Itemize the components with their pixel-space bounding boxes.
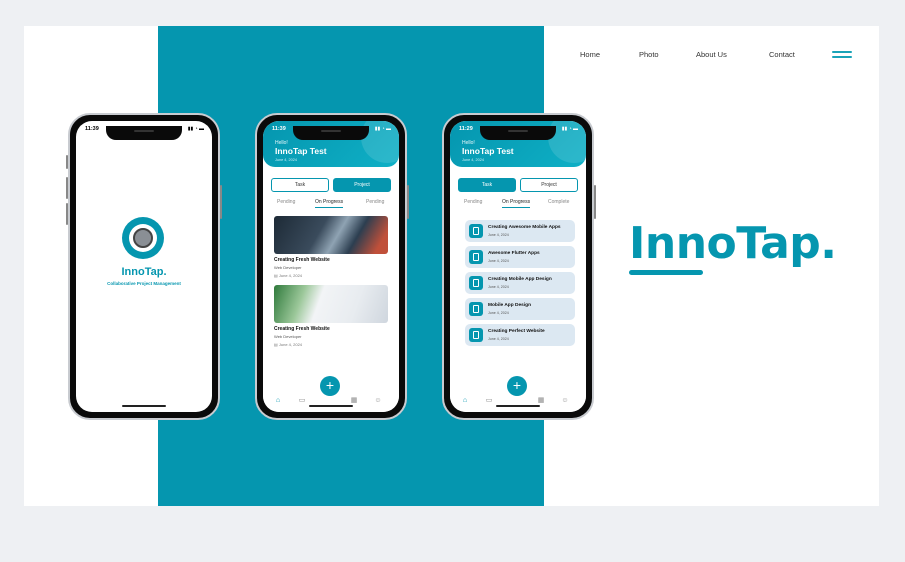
task-title: Creating Perfect Website [488, 329, 545, 334]
project-card[interactable]: Creating Fresh Website Web Developer ▤ J… [274, 285, 388, 347]
task-title: Mobile App Design [488, 303, 531, 308]
status-time: 11:39 [272, 126, 286, 132]
brand-block: InnoTap. [629, 222, 849, 275]
project-thumbnail [274, 285, 388, 323]
status-icons: ▮▮ ◔ ▬ [561, 126, 578, 132]
document-icon [469, 276, 483, 290]
status-subtabs: Pending On Progress Pending [263, 199, 399, 211]
phone-projects: Hello! InnoTap Test June 4, 2024 11:39 ▮… [255, 113, 409, 420]
app-header-date: June 4, 2024 [275, 158, 297, 162]
side-button [220, 185, 222, 219]
add-fab-button[interactable]: + [507, 376, 527, 396]
nav-contact-link[interactable]: Contact [769, 50, 795, 59]
document-icon [469, 224, 483, 238]
project-tab-button[interactable]: Project [333, 178, 391, 192]
side-button [66, 203, 68, 225]
task-tab-button[interactable]: Task [271, 178, 329, 192]
subtab-on-progress[interactable]: On Progress [502, 199, 531, 208]
task-title: Awesome Flutter Apps [488, 251, 540, 256]
project-date: ▤ June 4, 2024 [274, 342, 303, 347]
task-item[interactable]: Mobile App Design June 4, 2024 [465, 298, 575, 320]
project-thumbnail [274, 216, 388, 254]
task-title: Creating Mobile App Design [488, 277, 552, 282]
status-bar: 11:39 ▮▮ ◔ ▬ [84, 125, 204, 135]
nav-photo-link[interactable]: Photo [639, 50, 659, 59]
laptop-icon[interactable]: ▭ [297, 396, 307, 406]
subtab-pending[interactable]: Pending [464, 199, 482, 205]
home-indicator [122, 405, 166, 407]
status-bar: 11:29 ▮▮ ◔ ▬ [458, 125, 578, 135]
task-date: June 4, 2024 [488, 233, 509, 237]
status-icons: ▮▮ ◔ ▬ [374, 126, 391, 132]
task-title: Creating Awesome Mobile Apps [488, 225, 561, 230]
task-item[interactable]: Creating Perfect Website June 4, 2024 [465, 324, 575, 346]
bottom-nav: + ⌂ ▭ ▦ ☺ [450, 376, 586, 412]
profile-icon[interactable]: ☺ [373, 396, 383, 406]
project-date: ▤ June 4, 2024 [274, 273, 303, 278]
project-role: Web Developer [274, 265, 302, 270]
task-date: June 4, 2024 [488, 259, 509, 263]
status-icons: ▮▮ ◔ ▬ [187, 126, 204, 132]
status-time: 11:29 [459, 126, 473, 132]
side-button [66, 155, 68, 169]
phone-tasks: Hello! InnoTap Test June 4, 2024 11:29 ▮… [442, 113, 596, 420]
side-button [594, 185, 596, 219]
hamburger-menu-icon[interactable] [832, 51, 852, 59]
project-role: Web Developer [274, 334, 302, 339]
laptop-icon[interactable]: ▭ [484, 396, 494, 406]
side-button [407, 185, 409, 219]
app-header-title: InnoTap Test [275, 146, 327, 156]
brand-underline [629, 270, 703, 275]
subtab-pending-2[interactable]: Pending [366, 199, 384, 205]
project-card[interactable]: Creating Fresh Website Web Developer ▤ J… [274, 216, 388, 278]
task-list: Creating Awesome Mobile Apps June 4, 2024… [465, 220, 575, 350]
showcase-card: Home Photo About Us Contact InnoTap. 11:… [24, 26, 879, 506]
phone-splash: 11:39 ▮▮ ◔ ▬ InnoTap. Collaborative Proj… [66, 113, 222, 420]
splash-tagline: Collaborative Project Management [107, 281, 181, 286]
home-indicator [496, 405, 540, 407]
add-fab-button[interactable]: + [320, 376, 340, 396]
projects-screen: Hello! InnoTap Test June 4, 2024 11:39 ▮… [263, 121, 399, 412]
tasks-screen: Hello! InnoTap Test June 4, 2024 11:29 ▮… [450, 121, 586, 412]
task-item[interactable]: Creating Awesome Mobile Apps June 4, 2024 [465, 220, 575, 242]
nav-home-link[interactable]: Home [580, 50, 600, 59]
document-icon [469, 328, 483, 342]
project-title: Creating Fresh Website [274, 326, 330, 332]
profile-icon[interactable]: ☺ [560, 396, 570, 406]
app-header-date: June 4, 2024 [462, 158, 484, 162]
task-item[interactable]: Creating Mobile App Design June 4, 2024 [465, 272, 575, 294]
home-icon[interactable]: ⌂ [460, 396, 470, 406]
task-date: June 4, 2024 [488, 285, 509, 289]
splash-screen: 11:39 ▮▮ ◔ ▬ InnoTap. Collaborative Proj… [76, 121, 212, 412]
status-subtabs: Pending On Progress Complete [450, 199, 586, 211]
project-title: Creating Fresh Website [274, 257, 330, 263]
project-tab-button[interactable]: Project [520, 178, 578, 192]
subtab-pending[interactable]: Pending [277, 199, 295, 205]
task-item[interactable]: Awesome Flutter Apps June 4, 2024 [465, 246, 575, 268]
app-header-title: InnoTap Test [462, 146, 514, 156]
home-indicator [309, 405, 353, 407]
subtab-complete[interactable]: Complete [548, 199, 569, 205]
subtab-on-progress[interactable]: On Progress [315, 199, 344, 208]
document-icon [469, 302, 483, 316]
bottom-nav: + ⌂ ▭ ▦ ☺ [263, 376, 399, 412]
brand-title: InnoTap. [629, 218, 837, 269]
splash-app-name: InnoTap. [121, 266, 167, 278]
side-button [66, 177, 68, 199]
document-icon [469, 250, 483, 264]
status-bar: 11:39 ▮▮ ◔ ▬ [271, 125, 391, 135]
nav-about-link[interactable]: About Us [696, 50, 727, 59]
task-date: June 4, 2024 [488, 337, 509, 341]
home-icon[interactable]: ⌂ [273, 396, 283, 406]
task-date: June 4, 2024 [488, 311, 509, 315]
status-time: 11:39 [85, 126, 99, 132]
app-logo-icon [122, 217, 164, 259]
top-nav: Home Photo About Us Contact [580, 50, 860, 64]
task-tab-button[interactable]: Task [458, 178, 516, 192]
